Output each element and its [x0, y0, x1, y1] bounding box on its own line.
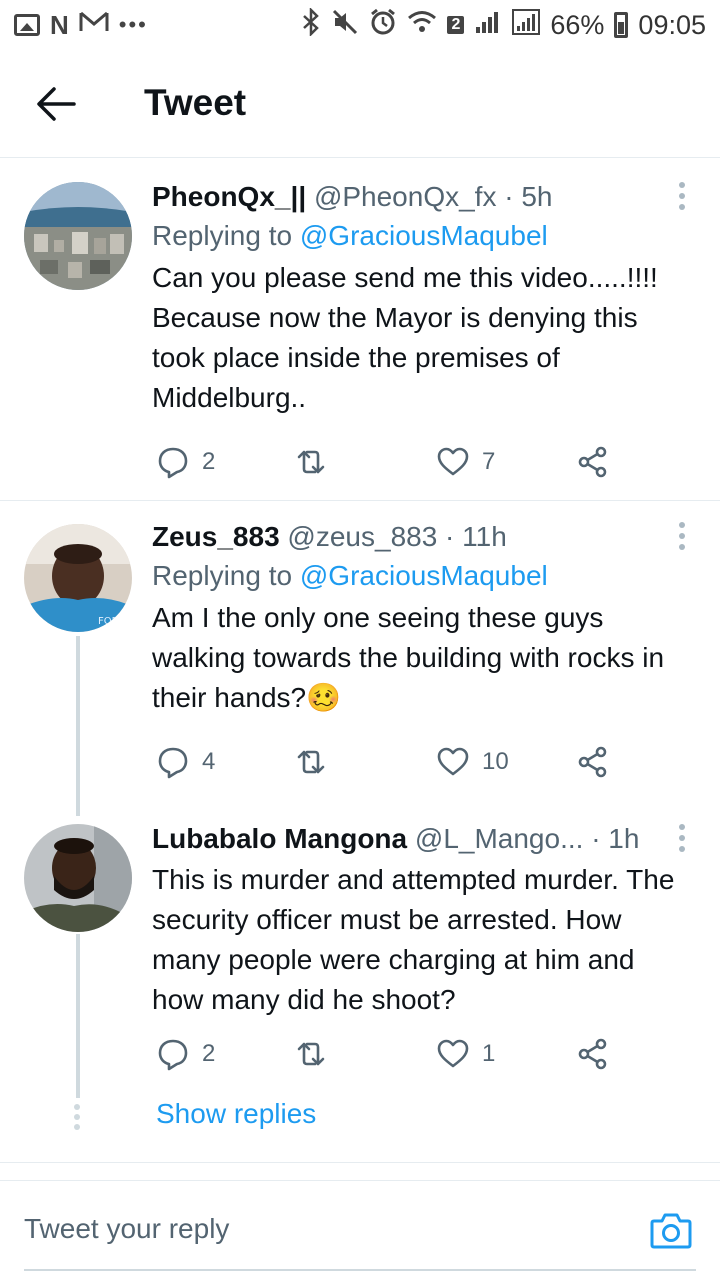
reply-icon — [158, 1039, 188, 1071]
reply-input[interactable]: Tweet your reply — [24, 1213, 229, 1245]
like-button[interactable]: 10 — [436, 742, 509, 782]
tweet-header: PheonQx_|| @PheonQx_fx · 5h — [152, 178, 680, 216]
replying-prefix: Replying to — [152, 560, 300, 591]
page-title: Tweet — [144, 82, 247, 123]
thread-continuation-dots — [74, 1104, 80, 1130]
author-handle-time: @zeus_883 · 11h — [287, 521, 507, 552]
input-underline — [24, 1269, 696, 1271]
reply-icon — [158, 747, 188, 779]
avatar[interactable] — [24, 182, 132, 290]
like-button[interactable]: 1 — [436, 1034, 495, 1074]
reply-count: 2 — [202, 448, 216, 475]
retweet-icon — [297, 450, 325, 474]
more-options-icon[interactable] — [678, 824, 686, 852]
share-icon — [578, 746, 607, 778]
svg-text:FOR: FOR — [98, 616, 119, 627]
share-button[interactable] — [576, 442, 610, 482]
alarm-icon — [369, 8, 397, 43]
share-button[interactable] — [576, 1034, 610, 1074]
reply-button[interactable]: 2 — [156, 442, 215, 482]
replying-prefix: Replying to — [152, 220, 300, 251]
more-icon: ••• — [118, 12, 148, 37]
tweet-actions: 4 10 — [152, 742, 622, 782]
like-button[interactable]: 7 — [436, 442, 495, 482]
status-bar: N ••• 2 66% 09:05 — [0, 0, 720, 50]
avatar[interactable] — [24, 824, 132, 932]
reply-count: 4 — [202, 748, 216, 775]
tweet-actions: 2 7 — [152, 442, 622, 482]
reply-composer: Tweet your reply — [0, 1180, 720, 1280]
more-options-icon[interactable] — [678, 182, 686, 210]
wifi-icon — [407, 9, 437, 42]
tweet-text: This is murder and attempted murder. The… — [152, 864, 675, 1015]
reply-count: 2 — [202, 1040, 216, 1067]
retweet-button[interactable] — [294, 1034, 340, 1074]
app-header: Tweet — [0, 50, 720, 158]
like-count: 10 — [482, 748, 509, 775]
author-handle-time: @L_Mango... · 1h — [414, 823, 640, 854]
mention-link[interactable]: @GraciousMaqubel — [300, 220, 548, 251]
tweet[interactable]: FOR Zeus_883 @zeus_883 · 11h Replying to… — [0, 500, 720, 800]
like-count: 1 — [482, 1040, 496, 1067]
n-app-icon: N — [50, 9, 69, 40]
clock: 09:05 — [638, 9, 706, 40]
show-replies-link[interactable]: Show replies — [156, 1098, 316, 1130]
mute-icon — [331, 8, 359, 43]
retweet-icon — [297, 1042, 325, 1066]
mention-link[interactable]: @GraciousMaqubel — [300, 560, 548, 591]
signal-icon — [512, 8, 541, 42]
sim-icon: 2 — [447, 16, 465, 34]
author-name[interactable]: PheonQx_|| — [152, 181, 306, 212]
tweet-header: Zeus_883 @zeus_883 · 11h — [152, 518, 680, 556]
heart-icon — [437, 747, 469, 776]
reply-button[interactable]: 4 — [156, 742, 215, 782]
share-icon — [578, 1038, 607, 1070]
heart-icon — [437, 447, 469, 476]
author-name[interactable]: Zeus_883 — [152, 521, 280, 552]
tweet[interactable]: PheonQx_|| @PheonQx_fx · 5h Replying to … — [0, 160, 720, 500]
more-options-icon[interactable] — [678, 522, 686, 550]
replying-to: Replying to @GraciousMaqubel — [152, 216, 680, 256]
replying-to: Replying to @GraciousMaqubel — [152, 556, 680, 596]
battery-percent: 66% — [550, 9, 605, 40]
tweet-text: Am I the only one seeing these guys walk… — [152, 602, 665, 713]
retweet-button[interactable] — [294, 742, 340, 782]
reply-button[interactable]: 2 — [156, 1034, 215, 1074]
battery-icon — [614, 12, 629, 38]
signal-icon — [474, 9, 502, 42]
like-count: 7 — [482, 448, 496, 475]
author-name[interactable]: Lubabalo Mangona — [152, 823, 407, 854]
tweet-header: Lubabalo Mangona @L_Mango... · 1h — [152, 820, 680, 858]
retweet-button[interactable] — [294, 442, 340, 482]
camera-icon[interactable] — [650, 1211, 692, 1251]
gallery-icon — [14, 14, 40, 36]
reply-icon — [158, 447, 188, 479]
tweet-actions: 2 1 — [152, 1034, 622, 1074]
heart-icon — [437, 1039, 469, 1068]
tweet-text: Can you please send me this video.....!!… — [152, 262, 658, 413]
retweet-icon — [297, 750, 325, 774]
share-icon — [578, 446, 607, 478]
share-button[interactable] — [576, 742, 610, 782]
divider — [0, 1162, 720, 1163]
tweet[interactable]: Lubabalo Mangona @L_Mango... · 1h This i… — [0, 802, 720, 1082]
back-arrow-icon[interactable] — [36, 86, 76, 122]
bluetooth-icon — [301, 6, 321, 43]
author-handle-time: @PheonQx_fx · 5h — [313, 181, 553, 212]
gmail-icon — [79, 10, 109, 41]
avatar[interactable]: FOR — [24, 524, 132, 632]
